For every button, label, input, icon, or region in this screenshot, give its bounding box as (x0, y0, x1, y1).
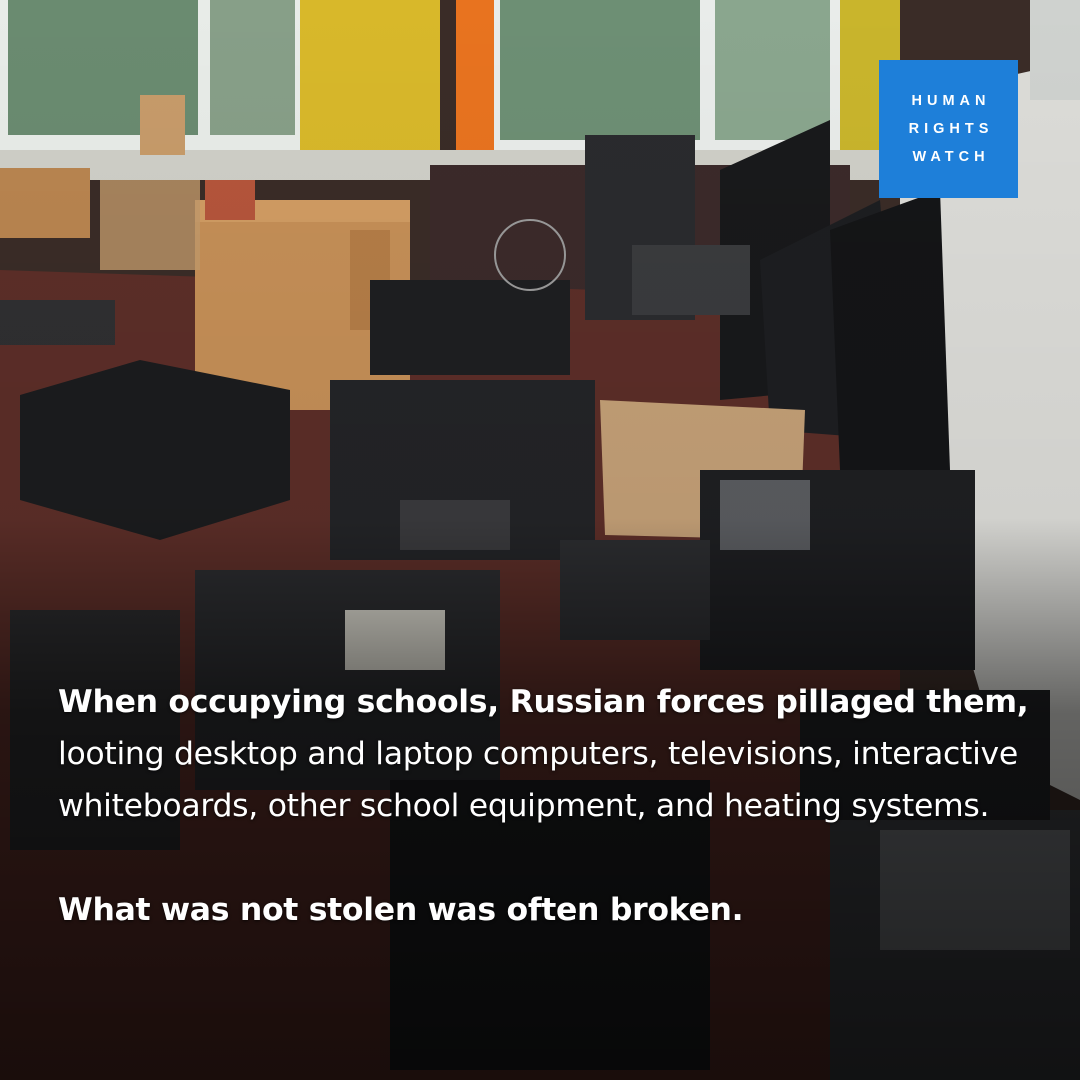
logo-line-2: RIGHTS (908, 121, 994, 137)
caption-closing: What was not stolen was often broken. (58, 892, 744, 928)
caption: When occupying schools, Russian forces p… (58, 676, 1048, 936)
hrw-logo: HUMAN RIGHTS WATCH (879, 60, 1018, 198)
caption-lead: When occupying schools, Russian forces p… (58, 684, 1029, 720)
caption-paragraph-1: When occupying schools, Russian forces p… (58, 676, 1048, 832)
caption-body: looting desktop and laptop computers, te… (58, 736, 1018, 824)
logo-line-3: WATCH (912, 149, 990, 165)
logo-line-1: HUMAN (911, 93, 991, 109)
post-image: HUMAN RIGHTS WATCH When occupying school… (0, 0, 1080, 1080)
